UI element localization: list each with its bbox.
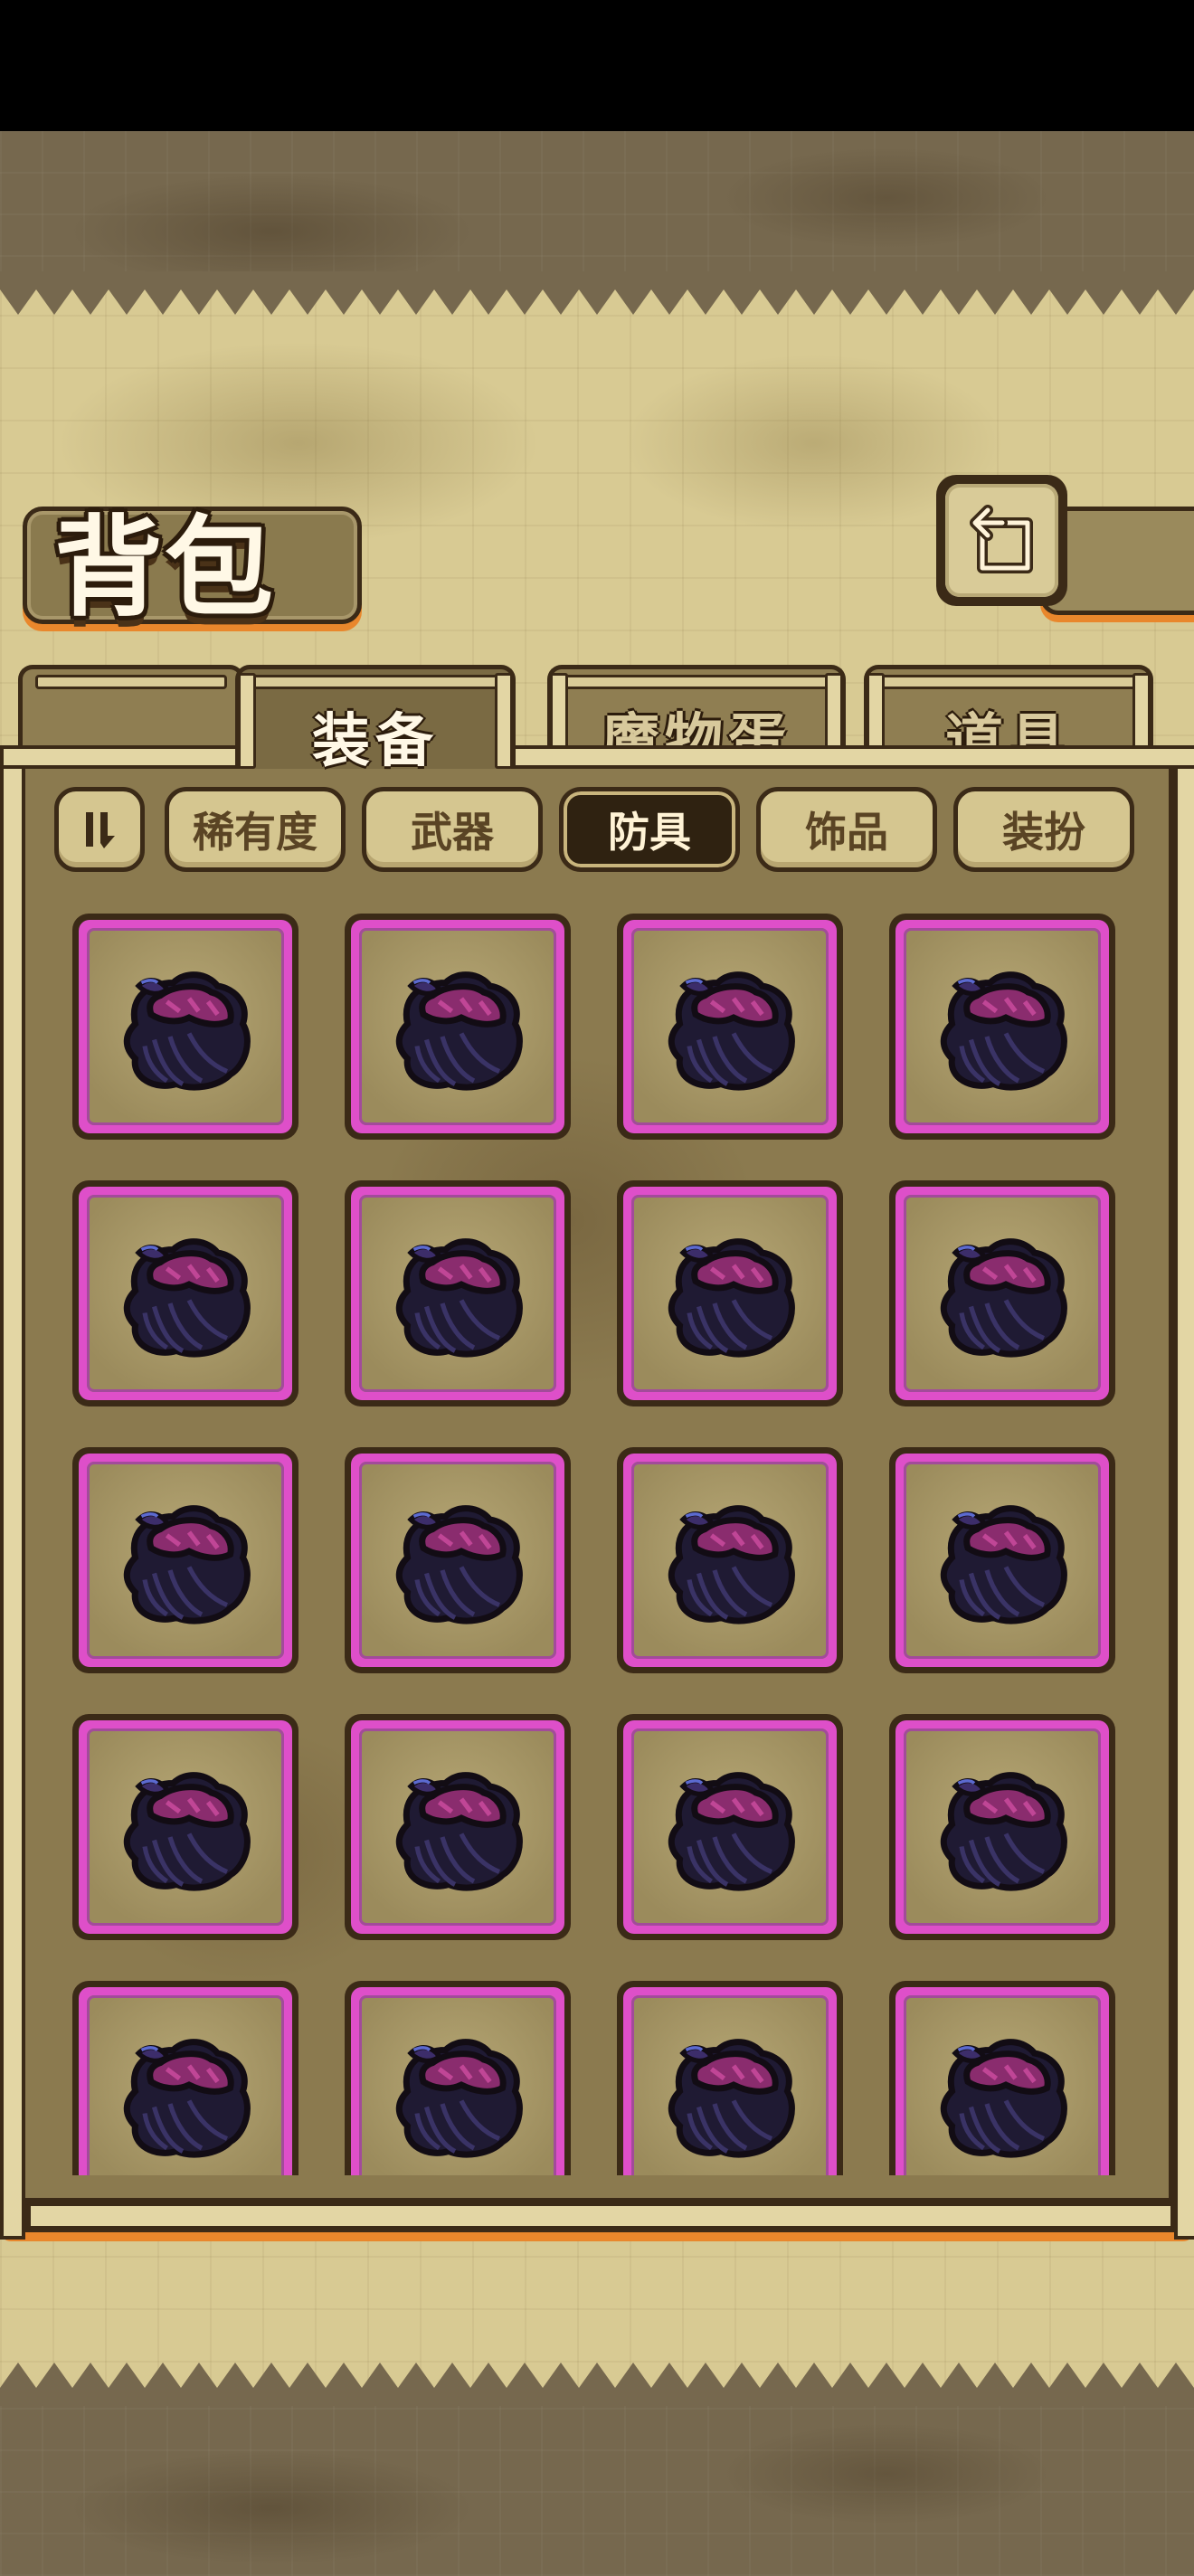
inventory-slot[interactable] xyxy=(617,1180,843,1406)
rarity-border xyxy=(896,1987,1109,2175)
page-title: 背包 xyxy=(54,504,275,631)
purple-feather-cloak-icon xyxy=(668,1771,795,1890)
filter-bar: 稀有度 武器 防具 饰品 装扮 xyxy=(54,787,1140,873)
inventory-slot[interactable] xyxy=(72,914,298,1140)
return-arrow-icon xyxy=(969,504,1033,573)
rarity-border xyxy=(896,1720,1109,1934)
purple-feather-cloak-icon xyxy=(668,971,795,1090)
rarity-border xyxy=(351,920,564,1133)
map-background-bottom xyxy=(0,2406,1194,2576)
purple-feather-cloak-icon xyxy=(940,1237,1067,1357)
rarity-border xyxy=(623,1454,837,1667)
filter-rarity-button[interactable]: 稀有度 xyxy=(165,787,346,872)
slot-background xyxy=(359,1995,556,2175)
rarity-border xyxy=(623,1720,837,1934)
slot-background xyxy=(904,1995,1101,2175)
purple-feather-cloak-icon xyxy=(940,1771,1067,1890)
purple-feather-cloak-icon xyxy=(123,1237,251,1357)
inventory-slot[interactable] xyxy=(889,1180,1115,1406)
sort-toggle-icon xyxy=(86,812,115,848)
tab-equipment[interactable]: 装备 xyxy=(235,665,516,775)
purple-feather-cloak-icon xyxy=(668,2038,795,2157)
status-bar xyxy=(0,0,1194,131)
purple-feather-cloak-icon xyxy=(123,1771,251,1890)
slot-background xyxy=(87,1462,284,1659)
purple-feather-cloak-icon xyxy=(395,1237,523,1357)
slot-background xyxy=(87,1728,284,1926)
rarity-border xyxy=(79,1187,292,1400)
rarity-border xyxy=(623,1187,837,1400)
purple-feather-cloak-icon xyxy=(395,2038,523,2157)
panel-bottom-rail xyxy=(27,2202,1174,2230)
rarity-border xyxy=(351,1454,564,1667)
slot-background xyxy=(359,1728,556,1926)
slot-background xyxy=(631,1462,829,1659)
rarity-border xyxy=(351,1187,564,1400)
slot-background xyxy=(904,1462,1101,1659)
slot-background xyxy=(631,1728,829,1926)
purple-feather-cloak-icon xyxy=(123,2038,251,2157)
slot-background xyxy=(359,1462,556,1659)
rarity-border xyxy=(79,1454,292,1667)
inventory-slot[interactable] xyxy=(72,1714,298,1940)
rarity-border xyxy=(351,1720,564,1934)
inventory-slot[interactable] xyxy=(617,1981,843,2175)
rarity-border xyxy=(623,1987,837,2175)
filter-weapon-button[interactable]: 武器 xyxy=(362,787,543,872)
sort-toggle-button[interactable] xyxy=(54,787,145,872)
inventory-slot[interactable] xyxy=(72,1981,298,2175)
slot-background xyxy=(359,1195,556,1392)
purple-feather-cloak-icon xyxy=(395,1504,523,1624)
purple-feather-cloak-icon xyxy=(123,971,251,1090)
filter-costume-button[interactable]: 装扮 xyxy=(953,787,1134,872)
rarity-border xyxy=(79,920,292,1133)
inventory-slot[interactable] xyxy=(617,1714,843,1940)
inventory-slot[interactable] xyxy=(889,914,1115,1140)
purple-feather-cloak-icon xyxy=(940,1504,1067,1624)
slot-background xyxy=(359,928,556,1125)
purple-feather-cloak-icon xyxy=(668,1237,795,1357)
inventory-slot[interactable] xyxy=(345,1714,571,1940)
tab-equipment-label: 装备 xyxy=(312,708,439,775)
inventory-slot[interactable] xyxy=(345,1981,571,2175)
inventory-slot[interactable] xyxy=(889,1714,1115,1940)
slot-background xyxy=(904,1195,1101,1392)
purple-feather-cloak-icon xyxy=(395,971,523,1090)
purple-feather-cloak-icon xyxy=(123,1504,251,1624)
purple-feather-cloak-icon xyxy=(940,2038,1067,2157)
slot-background xyxy=(87,1195,284,1392)
rarity-border xyxy=(79,1987,292,2175)
purple-feather-cloak-icon xyxy=(668,1504,795,1624)
inventory-slot[interactable] xyxy=(617,1447,843,1673)
slot-background xyxy=(904,1728,1101,1926)
inventory-slot[interactable] xyxy=(72,1447,298,1673)
torn-edge-top xyxy=(0,271,1194,315)
slot-background xyxy=(904,928,1101,1125)
slot-background xyxy=(87,928,284,1125)
inventory-slot[interactable] xyxy=(72,1180,298,1406)
rarity-border xyxy=(896,1187,1109,1400)
slot-background xyxy=(631,928,829,1125)
inventory-slot[interactable] xyxy=(345,914,571,1140)
inventory-slot[interactable] xyxy=(889,1981,1115,2175)
torn-edge-bottom xyxy=(0,2363,1194,2406)
inventory-slot[interactable] xyxy=(617,914,843,1140)
rarity-border xyxy=(896,1454,1109,1667)
inventory-slot[interactable] xyxy=(345,1180,571,1406)
back-button[interactable] xyxy=(936,475,1067,606)
slot-background xyxy=(87,1995,284,2175)
purple-feather-cloak-icon xyxy=(395,1771,523,1890)
inventory-slot[interactable] xyxy=(889,1447,1115,1673)
inventory-grid xyxy=(72,914,1122,2175)
filter-accessory-button[interactable]: 饰品 xyxy=(756,787,937,872)
slot-background xyxy=(631,1195,829,1392)
inventory-slot[interactable] xyxy=(345,1447,571,1673)
rarity-border xyxy=(79,1720,292,1934)
slot-background xyxy=(631,1995,829,2175)
filter-armor-button[interactable]: 防具 xyxy=(559,787,740,872)
purple-feather-cloak-icon xyxy=(940,971,1067,1090)
rarity-border xyxy=(623,920,837,1133)
rarity-border xyxy=(351,1987,564,2175)
rarity-border xyxy=(896,920,1109,1133)
